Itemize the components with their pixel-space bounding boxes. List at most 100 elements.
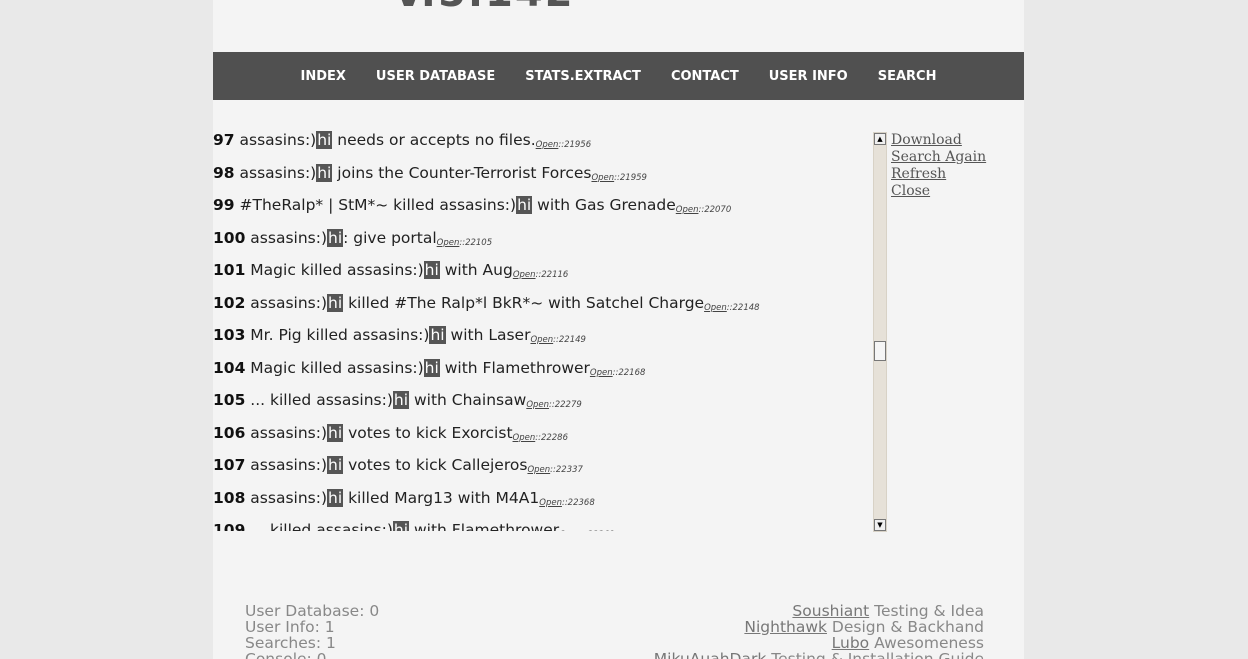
stat-console: Console: 0 — [245, 650, 327, 659]
line-id: ::22368 — [561, 497, 595, 508]
line-id: ::22337 — [550, 465, 583, 475]
result-open: Open::22070 — [676, 205, 731, 215]
result-row: 99 #TheRalp* | StM*~ killed assasins:)hi… — [213, 189, 871, 222]
result-text-pre: assasins:) — [250, 456, 327, 474]
credit-line: Lubo Awesomeness — [654, 635, 984, 651]
result-open: Open::22149 — [530, 335, 585, 345]
result-text-pre: ... killed assasins:) — [250, 391, 393, 409]
result-number: 97 — [213, 131, 235, 149]
stat-user-database: User Database: 0 — [245, 602, 380, 620]
result-number: 106 — [213, 423, 246, 442]
result-text-pre: Mr. Pig killed assasins:) — [250, 326, 430, 344]
result-row: 108 assasins:)hi killed Marg13 with M4A1… — [213, 482, 871, 515]
download-link[interactable]: Download — [891, 132, 986, 149]
nav-user-database[interactable]: USER DATABASE — [376, 69, 495, 84]
result-open: Open::22116 — [513, 270, 568, 280]
result-text-post: votes to kick Callejeros — [343, 456, 528, 474]
credit-line: Soushiant Testing & Idea — [654, 603, 984, 619]
nav-index[interactable]: INDEX — [301, 69, 346, 84]
result-open: Open::22337 — [527, 465, 582, 475]
result-open: Open::22369 — [559, 530, 614, 531]
result-text-pre: ... killed assasins:) — [250, 521, 393, 531]
credit-line: MikuAuahDark Testing & Installation Guid… — [654, 651, 984, 659]
nav-stats-extract[interactable]: STATS.EXTRACT — [525, 69, 641, 84]
result-row: 101 Magic killed assasins:)hi with AugOp… — [213, 254, 871, 287]
result-number: 98 — [213, 163, 235, 182]
main-nav: INDEX USER DATABASE STATS.EXTRACT CONTAC… — [213, 52, 1024, 100]
result-text-pre: assasins:) — [250, 423, 327, 442]
result-open: Open::22368 — [539, 498, 594, 508]
credit-name[interactable]: MikuAuahDark — [654, 650, 767, 659]
result-text-post: with Gas Grenade — [532, 196, 676, 214]
result-text-pre: Magic killed assasins:) — [250, 261, 424, 279]
credit-role: Testing & Installation Guide — [766, 650, 984, 659]
search-highlight: hi — [316, 131, 333, 149]
result-open: Open::22168 — [590, 368, 645, 378]
result-text-post: with Aug — [439, 261, 513, 279]
open-link[interactable]: Open — [590, 368, 613, 378]
open-link[interactable]: Open — [530, 335, 553, 345]
page-container: V.5.142 INDEX USER DATABASE STATS.EXTRAC… — [213, 0, 1024, 659]
open-link[interactable]: Open — [704, 303, 727, 313]
result-number: 101 — [213, 261, 246, 279]
search-highlight: hi — [327, 423, 344, 442]
open-link[interactable]: Open — [539, 498, 562, 508]
result-text-post: with Laser — [445, 326, 531, 344]
result-number: 104 — [213, 358, 246, 377]
result-text-pre: assasins:) — [239, 131, 317, 149]
credit-name[interactable]: Nighthawk — [744, 618, 827, 636]
search-highlight: hi — [327, 488, 344, 507]
result-text-post: killed #The Ralp*l BkR*~ with Satchel Ch… — [343, 293, 705, 312]
result-text-pre: assasins:) — [250, 293, 327, 312]
search-results-list[interactable]: 97 assasins:)hi needs or accepts no file… — [213, 124, 871, 531]
result-text-post: votes to kick Exorcist — [343, 423, 513, 442]
result-text-post: with Chainsaw — [409, 391, 527, 409]
result-open: Open::21959 — [591, 173, 646, 183]
search-highlight: hi — [429, 326, 446, 344]
open-link[interactable]: Open — [526, 400, 549, 410]
open-link[interactable]: Open — [591, 173, 614, 183]
open-link[interactable]: Open — [513, 433, 536, 443]
result-number: 102 — [213, 293, 246, 312]
result-text-post: killed Marg13 with M4A1 — [343, 488, 540, 507]
result-open: Open::22286 — [513, 433, 568, 443]
result-row: 100 assasins:)hi: give portalOpen::22105 — [213, 222, 871, 255]
result-row: 97 assasins:)hi needs or accepts no file… — [213, 124, 871, 157]
results-scrollbar[interactable]: ▲ ▼ — [873, 132, 887, 532]
search-highlight: hi — [327, 456, 344, 474]
side-actions: Download Search Again Refresh Close — [891, 132, 986, 200]
open-link[interactable]: Open — [676, 205, 699, 215]
result-number: 99 — [213, 196, 235, 214]
refresh-link[interactable]: Refresh — [891, 166, 986, 183]
scrollbar-thumb[interactable] — [874, 340, 886, 361]
credit-line: Nighthawk Design & Backhand — [654, 619, 984, 635]
stat-searches: Searches: 1 — [245, 634, 336, 652]
result-text-post: with Flamethrower — [409, 521, 560, 531]
result-open: Open::21956 — [536, 140, 591, 150]
result-number: 103 — [213, 326, 246, 344]
line-id: ::22279 — [549, 400, 582, 410]
search-again-link[interactable]: Search Again — [891, 149, 986, 166]
line-id: ::21956 — [558, 140, 592, 150]
arrow-up-icon[interactable]: ▲ — [874, 133, 886, 145]
result-row: 105 ... killed assasins:)hi with Chainsa… — [213, 384, 871, 417]
footer-stats: User Database: 0 User Info: 1 Searches: … — [245, 603, 379, 659]
open-link[interactable]: Open — [437, 238, 460, 248]
open-link[interactable]: Open — [536, 140, 559, 150]
result-open: Open::22279 — [526, 400, 581, 410]
nav-user-info[interactable]: USER INFO — [769, 69, 848, 84]
result-row: 109 ... killed assasins:)hi with Flameth… — [213, 514, 871, 531]
result-row: 106 assasins:)hi votes to kick ExorcistO… — [213, 417, 871, 450]
open-link[interactable]: Open — [513, 270, 536, 280]
close-link[interactable]: Close — [891, 183, 986, 200]
arrow-down-icon[interactable]: ▼ — [874, 519, 886, 531]
open-link[interactable]: Open — [527, 465, 550, 475]
result-row: 102 assasins:)hi killed #The Ralp*l BkR*… — [213, 287, 871, 320]
line-id: ::22148 — [726, 302, 760, 313]
nav-search[interactable]: SEARCH — [878, 69, 937, 84]
nav-contact[interactable]: CONTACT — [671, 69, 739, 84]
result-row: 98 assasins:)hi joins the Counter-Terror… — [213, 157, 871, 190]
line-id: ::22168 — [612, 367, 646, 378]
open-link[interactable]: Open — [559, 530, 582, 531]
result-number: 109 — [213, 521, 246, 531]
